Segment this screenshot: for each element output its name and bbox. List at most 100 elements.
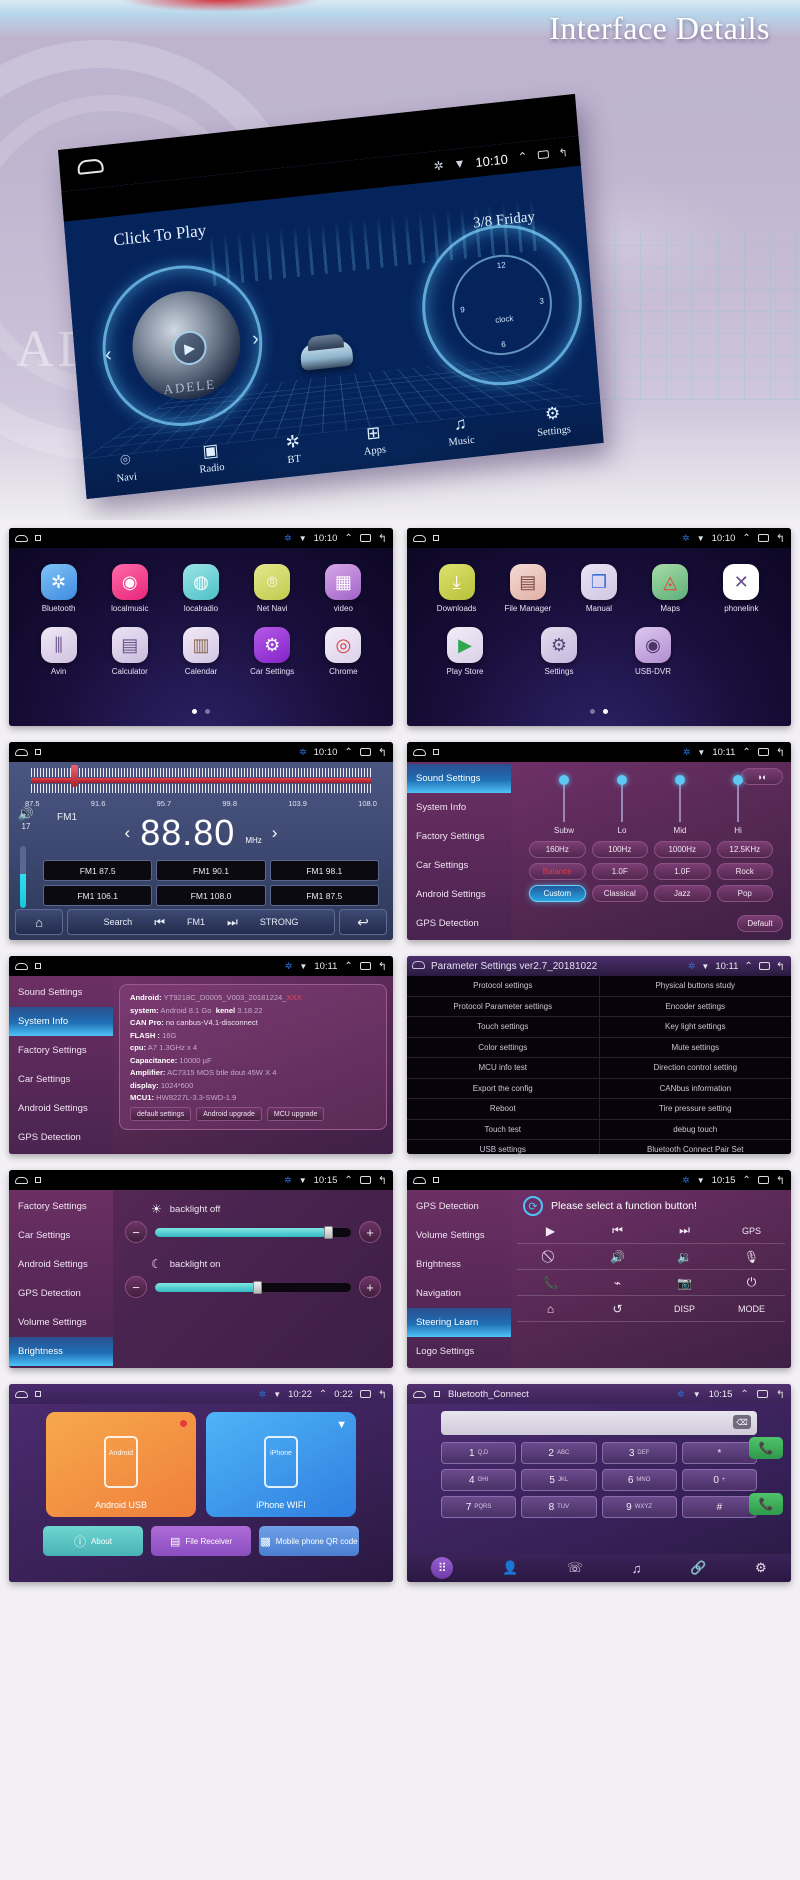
android-upgrade-button[interactable]: Android upgrade — [196, 1107, 262, 1121]
recents-icon[interactable] — [758, 1176, 769, 1184]
table-row[interactable]: MCU info test Direction control setting — [407, 1058, 791, 1079]
table-cell[interactable]: Tire pressure setting — [600, 1099, 792, 1119]
preset-button[interactable]: FM1 87.5 — [43, 860, 152, 881]
chevron-up-icon[interactable]: ⌃ — [517, 149, 528, 164]
chevron-up-icon[interactable]: ⌃ — [319, 1389, 327, 1400]
back-icon[interactable]: ↰ — [776, 960, 785, 973]
preset-button[interactable]: FM1 87.5 — [270, 885, 379, 906]
gain-button[interactable]: 1.0F — [654, 863, 711, 880]
menu-item-brightness[interactable]: Brightness — [9, 1337, 113, 1366]
default-settings-button[interactable]: default settings — [130, 1107, 191, 1121]
file-receiver-button[interactable]: ▤ File Receiver — [151, 1526, 251, 1556]
nav-item-settings[interactable]: ⚙ Settings — [535, 402, 571, 439]
chevron-up-icon[interactable]: ⌃ — [742, 533, 750, 544]
nav-item-navi[interactable]: ⌾ Navi — [114, 449, 137, 484]
app-settings[interactable]: ⚙ Settings — [527, 627, 591, 676]
page-indicator[interactable] — [407, 701, 791, 719]
freq-button[interactable]: 1000Hz — [654, 841, 711, 858]
table-cell[interactable]: Encoder settings — [600, 997, 792, 1017]
recents-icon[interactable] — [537, 150, 549, 159]
btn-back[interactable]: ↺ — [584, 1296, 651, 1322]
card-android-usb[interactable]: Android Android USB — [46, 1412, 196, 1517]
eq-slider-lo[interactable]: Lo — [599, 778, 645, 835]
table-cell[interactable]: debug touch — [600, 1120, 792, 1140]
table-cell[interactable]: MCU info test — [407, 1058, 600, 1078]
app-bluetooth[interactable]: ✲ Bluetooth — [27, 564, 91, 613]
back-icon[interactable]: ↰ — [378, 1174, 387, 1187]
balance-button[interactable]: Balance — [529, 863, 586, 880]
call-history-icon[interactable]: ☏ — [567, 1560, 583, 1576]
music-icon[interactable]: ♫ — [632, 1561, 642, 1576]
back-icon[interactable]: ↰ — [378, 746, 387, 759]
app-localmusic[interactable]: ◉ localmusic — [98, 564, 162, 613]
back-icon[interactable]: ↰ — [776, 746, 785, 759]
eq-slider-mid[interactable]: Mid — [657, 778, 703, 835]
call-button[interactable]: 📞 — [749, 1437, 783, 1459]
menu-item-android-settings[interactable]: Android Settings — [9, 1094, 113, 1123]
home-icon[interactable] — [413, 1177, 426, 1184]
back-icon[interactable]: ↰ — [776, 1388, 785, 1401]
btn-mic[interactable]: 🎙 — [718, 1244, 785, 1270]
recents-icon[interactable] — [360, 1176, 371, 1184]
gain-button[interactable]: 1.0F — [592, 863, 649, 880]
menu-item-logo-settings[interactable]: Logo Settings — [407, 1337, 511, 1366]
default-button[interactable]: Default — [737, 915, 783, 932]
menu-item-system-info[interactable]: System Info — [9, 1007, 113, 1036]
key-hash[interactable]: # — [682, 1496, 757, 1518]
table-cell[interactable]: Touch settings — [407, 1017, 600, 1037]
backlight-on-slider[interactable] — [155, 1283, 351, 1292]
dialpad-icon[interactable]: ⠿ — [431, 1557, 453, 1579]
menu-item-brightness[interactable]: Brightness — [407, 1250, 511, 1279]
key-6[interactable]: 6 MNO — [602, 1469, 677, 1491]
key-3[interactable]: 3 DEF — [602, 1442, 677, 1464]
nav-item-music[interactable]: ♫ Music — [446, 412, 475, 448]
btn-mute[interactable]: ⃠ — [517, 1244, 584, 1270]
menu-item-system-info[interactable]: System Info — [407, 793, 511, 822]
home-icon[interactable] — [15, 535, 28, 542]
key-7[interactable]: 7 PQRS — [441, 1496, 516, 1518]
recents-icon[interactable] — [757, 1390, 768, 1398]
recents-icon[interactable] — [35, 535, 41, 541]
back-icon[interactable]: ↰ — [378, 1388, 387, 1401]
gain-button[interactable]: Rock — [717, 863, 774, 880]
app-file-manager[interactable]: ▤ File Manager — [496, 564, 560, 613]
home-icon[interactable] — [15, 963, 28, 970]
app-net-navi[interactable]: ⌾ Net Navi — [240, 564, 304, 613]
app-play-store[interactable]: ▶ Play Store — [433, 627, 497, 676]
eq-slider-hi[interactable]: Hi — [715, 778, 761, 835]
table-row[interactable]: Protocol settings Physical buttons study — [407, 976, 791, 997]
preset-button[interactable]: FM1 108.0 — [156, 885, 265, 906]
recents-icon[interactable] — [35, 749, 41, 755]
recents-icon[interactable] — [360, 1390, 371, 1398]
recents-icon[interactable] — [433, 1177, 439, 1183]
gear-icon[interactable]: ⚙ — [755, 1560, 767, 1576]
btn-phone[interactable]: 📞 — [517, 1270, 584, 1296]
table-cell[interactable]: Physical buttons study — [600, 976, 792, 996]
home-icon[interactable]: ⌂ — [15, 909, 63, 935]
band-button[interactable]: FM1 — [187, 917, 205, 927]
menu-item-factory-settings[interactable]: Factory Settings — [407, 822, 511, 851]
menu-item-car-settings[interactable]: Car Settings — [9, 1065, 113, 1094]
preset-custom[interactable]: Custom — [529, 885, 586, 902]
menu-item-steering-learn[interactable]: Steering Learn — [407, 1308, 511, 1337]
key-5[interactable]: 5 JKL — [521, 1469, 596, 1491]
backspace-icon[interactable]: ⌫ — [733, 1415, 751, 1429]
key-9[interactable]: 9 WXYZ — [602, 1496, 677, 1518]
menu-item-gps-detection[interactable]: GPS Detection — [407, 909, 511, 938]
back-icon[interactable]: ↰ — [378, 532, 387, 545]
freq-button[interactable]: 100Hz — [592, 841, 649, 858]
table-cell[interactable]: Color settings — [407, 1038, 600, 1058]
btn-volume-down[interactable]: 🔉 — [651, 1244, 718, 1270]
home-icon[interactable] — [15, 1177, 28, 1184]
preset-button[interactable]: FM1 90.1 — [156, 860, 265, 881]
increase-button[interactable]: + — [359, 1221, 381, 1243]
prev-icon[interactable]: ⏮ — [154, 915, 165, 930]
key-4[interactable]: 4 GHI — [441, 1469, 516, 1491]
table-cell[interactable]: USB settings — [407, 1140, 600, 1154]
card-iphone-wifi[interactable]: ▼ iPhone iPhone WIFI — [206, 1412, 356, 1517]
nav-item-bt[interactable]: ✲ BT — [285, 431, 302, 465]
tuning-dial[interactable] — [31, 768, 371, 798]
home-icon[interactable] — [413, 749, 426, 756]
home-icon[interactable] — [15, 749, 28, 756]
btn-play[interactable]: ▶ — [517, 1218, 584, 1244]
